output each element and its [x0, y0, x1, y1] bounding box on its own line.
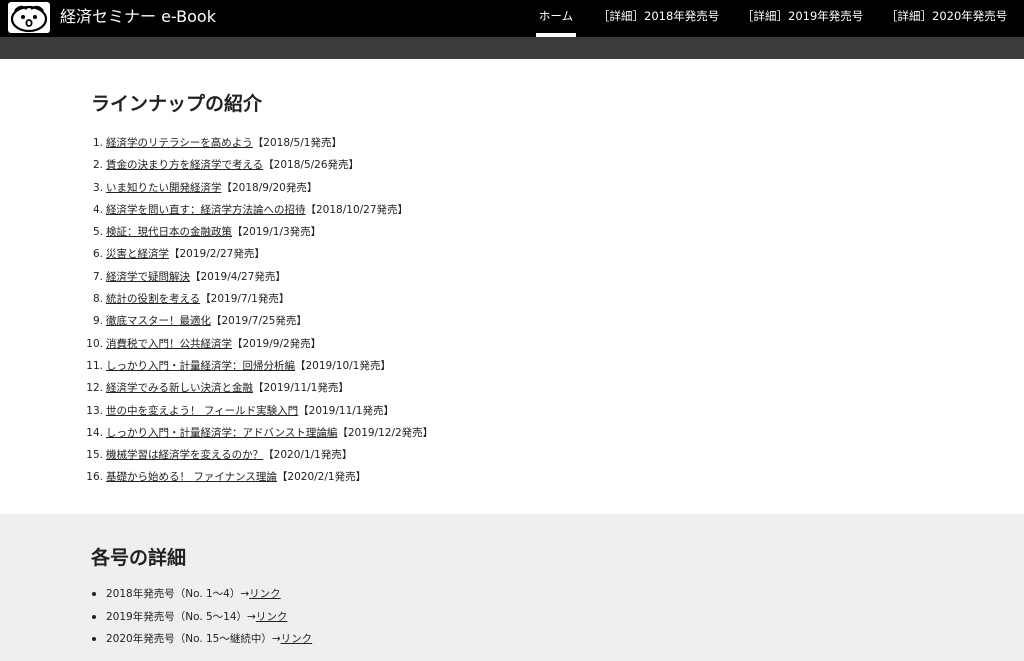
list-item: 2. 賃金の決まり方を経済学で考える【2018/5/26発売】	[0, 156, 1024, 178]
lineup-heading: ラインナップの紹介	[91, 93, 263, 115]
release-date: 【2019/11/1発売】	[253, 382, 349, 395]
issue-link[interactable]: リンク	[249, 588, 281, 600]
list-item: 14. しっかり入門・計量経済学：アドバンスト理論編【2019/12/2発売】	[0, 424, 1024, 446]
issue-link[interactable]: リンク	[256, 611, 288, 623]
book-title-link[interactable]: 徹底マスター！最適化	[106, 315, 211, 327]
item-number: 14.	[86, 426, 103, 439]
book-title-link[interactable]: 災害と経済学	[106, 248, 169, 260]
book-title-link[interactable]: しっかり入門・計量経済学：回帰分析編	[106, 360, 295, 372]
issue-range-label: 2019年発売号（No. 5～14）→	[106, 610, 256, 623]
release-date: 【2020/1/1発売】	[263, 449, 353, 462]
sub-header-bar	[0, 37, 1024, 59]
item-number: 16.	[86, 471, 103, 484]
lineup-section: ラインナップの紹介 1. 経済学のリテラシーを高めよう【2018/5/1発売】 2.…	[0, 59, 1024, 514]
book-title-link[interactable]: 統計の役割を考える	[106, 293, 200, 305]
item-number: 4.	[92, 203, 103, 216]
book-title-link[interactable]: 経済学のリテラシーを高めよう	[106, 137, 253, 149]
item-number: 15.	[86, 449, 103, 462]
issue-link[interactable]: リンク	[281, 633, 313, 645]
release-date: 【2019/7/25発売】	[211, 315, 307, 328]
nav-detail-2019[interactable]: ［詳細］2019年発売号	[742, 0, 863, 37]
lineup-list: 1. 経済学のリテラシーを高めよう【2018/5/1発売】 2. 賃金の決まり方を経済…	[0, 134, 1024, 491]
list-item: 10. 消費税で入門！公共経済学【2019/9/2発売】	[0, 335, 1024, 357]
list-item: 7. 経済学で疑問解決【2019/4/27発売】	[0, 268, 1024, 290]
book-title-link[interactable]: 経済学で疑問解決	[106, 271, 190, 283]
list-item: 16. 基礎から始める！ ファイナンス理論【2020/2/1発売】	[0, 468, 1024, 490]
item-number: 6.	[92, 248, 103, 261]
release-date: 【2019/12/2発売】	[337, 426, 434, 439]
item-number: 7.	[92, 270, 103, 283]
details-section: 各号の詳細 2018年発売号（No. 1～4）→リンク 2019年発売号（No. …	[0, 514, 1024, 661]
book-title-link[interactable]: いま知りたい開発経済学	[106, 182, 222, 194]
issue-range-label: 2020年発売号（No. 15～継続中）→	[106, 633, 281, 645]
bullet-icon	[92, 614, 96, 619]
release-date: 【2019/9/2発売】	[232, 337, 322, 350]
nav-detail-2018[interactable]: ［詳細］2018年発売号	[598, 0, 719, 37]
list-item: 13. 世の中を変えよう！ フィールド実験入門【2019/11/1発売】	[0, 402, 1024, 424]
bullet-icon	[92, 637, 96, 641]
list-item: 15. 機械学習は経済学を変えるのか？【2020/1/1発売】	[0, 446, 1024, 468]
item-number: 3.	[92, 181, 103, 194]
item-number: 10.	[86, 337, 103, 350]
item-number: 11.	[86, 359, 103, 372]
book-title-link[interactable]: 経済学を問い直す：経済学方法論への招待	[106, 204, 306, 216]
release-date: 【2018/5/26発売】	[263, 159, 360, 172]
list-item: 2019年発売号（No. 5～14）→リンク	[0, 608, 1024, 631]
item-number: 5.	[92, 226, 103, 239]
list-item: 6. 災害と経済学【2019/2/27発売】	[0, 245, 1024, 267]
release-date: 【2019/2/27発売】	[169, 248, 265, 261]
item-number: 2.	[92, 159, 103, 172]
list-item: 1. 経済学のリテラシーを高めよう【2018/5/1発売】	[0, 134, 1024, 156]
release-date: 【2018/5/1発売】	[252, 137, 342, 149]
release-date: 【2018/10/27発売】	[305, 203, 409, 216]
book-title-link[interactable]: 検証：現代日本の金融政策	[106, 226, 232, 238]
release-date: 【2019/11/1発売】	[298, 404, 394, 417]
list-item: 12. 経済学でみる新しい決済と金融【2019/11/1発売】	[0, 379, 1024, 401]
item-number: 9.	[92, 315, 103, 328]
item-number: 1.	[92, 137, 103, 149]
logo-face-icon	[10, 5, 48, 33]
list-item: 11. しっかり入門・計量経済学：回帰分析編【2019/10/1発売】	[0, 357, 1024, 379]
details-heading: 各号の詳細	[91, 547, 187, 569]
details-list: 2018年発売号（No. 1～4）→リンク 2019年発売号（No. 5～14）→…	[0, 585, 1024, 653]
nav-home[interactable]: ホーム	[536, 0, 576, 37]
book-title-link[interactable]: 世の中を変えよう！ フィールド実験入門	[106, 405, 298, 417]
book-title-link[interactable]: 経済学でみる新しい決済と金融	[106, 382, 253, 394]
list-item: 9. 徹底マスター！最適化【2019/7/25発売】	[0, 312, 1024, 334]
release-date: 【2019/4/27発売】	[190, 270, 286, 283]
list-item: 3. いま知りたい開発経済学【2018/9/20発売】	[0, 179, 1024, 201]
item-number: 12.	[86, 382, 103, 395]
list-item: 4. 経済学を問い直す：経済学方法論への招待【2018/10/27発売】	[0, 201, 1024, 223]
book-title-link[interactable]: 消費税で入門！公共経済学	[106, 338, 232, 350]
book-title-link[interactable]: 基礎から始める！ ファイナンス理論	[106, 471, 277, 483]
item-number: 13.	[86, 404, 103, 417]
list-item: 2020年発売号（No. 15～継続中）→リンク	[0, 630, 1024, 653]
nav-detail-2020[interactable]: ［詳細］2020年発売号	[886, 0, 1007, 37]
release-date: 【2019/7/1発売】	[200, 293, 290, 306]
release-date: 【2019/1/3発売】	[232, 226, 322, 239]
site-title[interactable]: 経済セミナー e-Book	[60, 6, 216, 28]
site-logo[interactable]	[8, 2, 50, 33]
item-number: 8.	[92, 293, 103, 306]
list-item: 5. 検証：現代日本の金融政策【2019/1/3発売】	[0, 223, 1024, 245]
release-date: 【2019/10/1発売】	[295, 359, 391, 372]
release-date: 【2018/9/20発売】	[221, 181, 318, 194]
top-navbar: 経済セミナー e-Book ホーム ［詳細］2018年発売号 ［詳細］2019年…	[0, 0, 1024, 37]
release-date: 【2020/2/1発売】	[276, 471, 367, 484]
book-title-link[interactable]: しっかり入門・計量経済学：アドバンスト理論編	[106, 427, 337, 439]
book-title-link[interactable]: 賃金の決まり方を経済学で考える	[106, 159, 263, 171]
list-item: 2018年発売号（No. 1～4）→リンク	[0, 585, 1024, 608]
book-title-link[interactable]: 機械学習は経済学を変えるのか？	[106, 449, 263, 461]
list-item: 8. 統計の役割を考える【2019/7/1発売】	[0, 290, 1024, 312]
issue-range-label: 2018年発売号（No. 1～4）→	[106, 588, 250, 600]
bullet-icon	[92, 592, 96, 596]
